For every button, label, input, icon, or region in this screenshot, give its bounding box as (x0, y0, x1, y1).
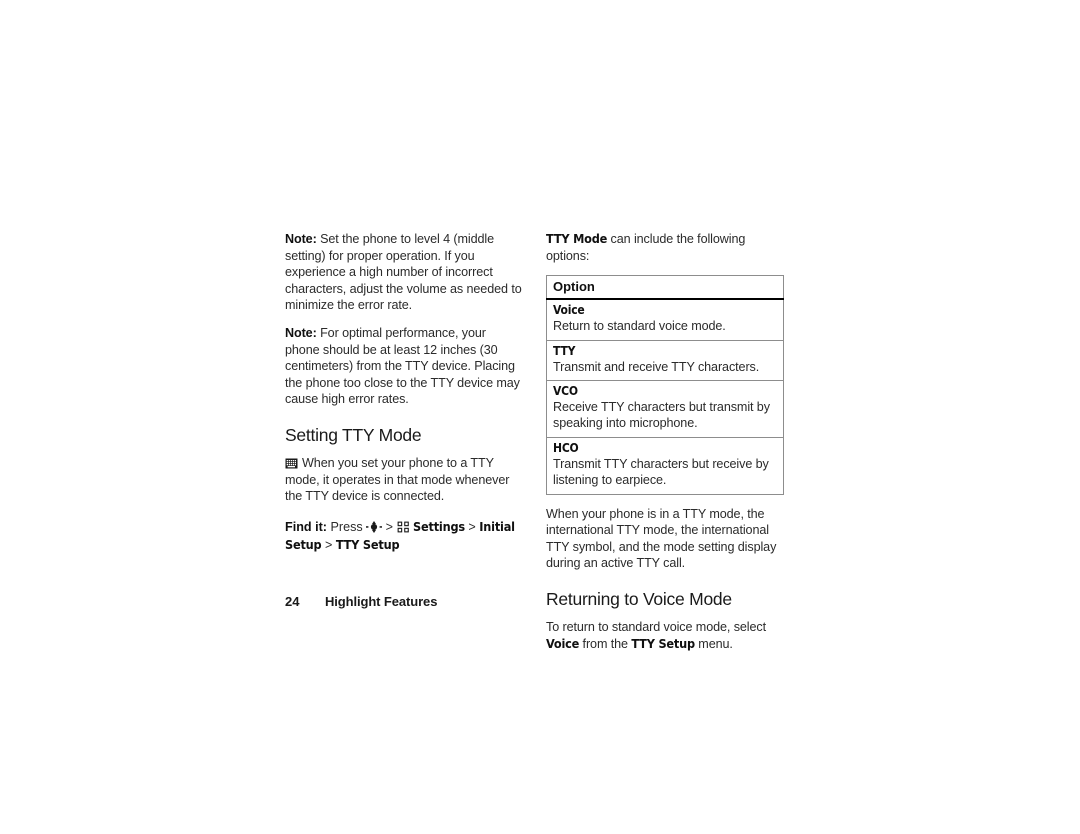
tty-device-icon (285, 458, 298, 469)
table-cell-option: VCO Receive TTY characters but transmit … (546, 380, 784, 438)
note-label-2: Note: (285, 325, 317, 340)
column-header-option: Option (546, 275, 784, 301)
main-menu-icon (397, 521, 410, 533)
tty-options-table: Option Voice Return to standard voice mo… (546, 275, 784, 495)
right-column: TTY Mode can include the following optio… (546, 231, 784, 652)
note-paragraph-1: Note: Set the phone to level 4 (middle s… (285, 231, 523, 314)
setting-tty-mode-heading: Setting TTY Mode (285, 424, 422, 445)
closing-paragraph: To return to standard voice mode, select… (546, 619, 784, 652)
page-footer: 24 Highlight Features (285, 594, 437, 609)
closing-lead-text: To return to standard voice mode, select (546, 620, 767, 634)
table-row: VCO Receive TTY characters but transmit … (546, 380, 784, 438)
manual-page: Note: Set the phone to level 4 (middle s… (0, 0, 1080, 834)
options-intro-paragraph: TTY Mode can include the following optio… (546, 231, 784, 264)
note-text-1: Set the phone to level 4 (middle setting… (285, 232, 522, 313)
closing-tail-text: menu. (694, 636, 733, 651)
closing-term-voice: Voice (546, 635, 580, 651)
options-intro-term: TTY Mode (546, 231, 608, 246)
option-description: Transmit TTY characters but receive by l… (553, 456, 769, 488)
tty-options-table-head: Option (546, 275, 784, 301)
option-name: HCO (553, 440, 579, 455)
footer-title: Highlight Features (325, 594, 438, 609)
find-it-press-word: Press (330, 519, 363, 534)
returning-to-voice-mode-heading: Returning to Voice Mode (546, 589, 732, 609)
note-label-1: Note: (285, 232, 317, 246)
find-it-separator-2: > (468, 519, 476, 534)
closing-term-tty-setup: TTY Setup (631, 635, 695, 651)
option-description: Return to standard voice mode. (553, 319, 726, 334)
closing-mid-text: from the (579, 636, 632, 651)
table-cell-option: Voice Return to standard voice mode. (547, 299, 784, 340)
tty-mode-paragraph-text: When you set your phone to a TTY mode, i… (285, 455, 510, 504)
option-name: Voice (553, 303, 585, 318)
tty-mode-paragraph: When you set your phone to a TTY mode, i… (285, 455, 523, 505)
note-paragraph-2: Note: For optimal performance, your phon… (285, 325, 523, 408)
option-description: Transmit and receive TTY characters. (553, 359, 760, 374)
table-row: HCO Transmit TTY characters but receive … (546, 436, 784, 495)
find-it-label: Find it: (285, 519, 327, 534)
page-number: 24 (285, 594, 300, 609)
table-header-row: Option (546, 275, 784, 301)
after-table-paragraph: When your phone is in a TTY mode, the in… (546, 506, 777, 571)
option-description: Receive TTY characters but transmit by s… (553, 400, 770, 431)
option-name: VCO (553, 384, 578, 398)
five-way-navigation-key-icon (366, 520, 383, 533)
table-cell-option: HCO Transmit TTY characters but receive … (546, 436, 784, 495)
find-it-tty-setup: TTY Setup (335, 537, 400, 553)
find-it-separator-3: > (324, 538, 333, 553)
table-row: TTY Transmit and receive TTY characters. (546, 339, 784, 381)
find-it-settings: Settings (413, 518, 465, 534)
table-row: Voice Return to standard voice mode. (547, 299, 784, 340)
left-column: Note: Set the phone to level 4 (middle s… (285, 231, 523, 555)
table-cell-option: TTY Transmit and receive TTY characters. (546, 339, 784, 381)
find-it-line: Find it: Press > Settings > Initial Setu… (285, 518, 523, 555)
note-text-2: For optimal performance, your phone shou… (285, 325, 520, 407)
find-it-separator-1: > (385, 519, 394, 534)
tty-options-table-body: Voice Return to standard voice mode. TTY… (546, 299, 784, 495)
option-name: TTY (553, 343, 576, 358)
